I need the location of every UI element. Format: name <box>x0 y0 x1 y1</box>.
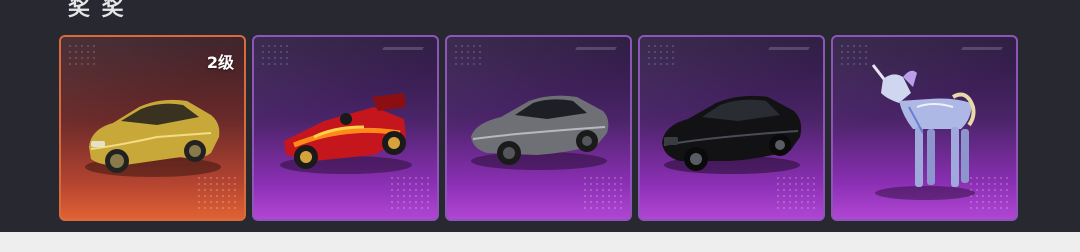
reward-item-card[interactable] <box>445 35 632 221</box>
reward-item-card[interactable] <box>252 35 439 221</box>
silver-sports-car-icon <box>471 95 609 170</box>
rewards-panel: 奖 奖 2级 <box>0 0 1080 252</box>
level-badge: 2级 <box>206 53 234 72</box>
bottom-divider <box>0 232 1080 252</box>
reward-items-row: 2级 <box>59 35 1019 221</box>
reward-item-card[interactable] <box>638 35 825 221</box>
crystal-unicorn-mount-icon <box>871 64 976 200</box>
section-title: 奖 奖 <box>68 0 126 21</box>
reward-item-card[interactable] <box>831 35 1018 221</box>
black-sedan-car-icon <box>662 95 802 174</box>
red-flame-racer-car-icon <box>280 93 412 174</box>
reward-item-card[interactable]: 2级 <box>59 35 246 221</box>
